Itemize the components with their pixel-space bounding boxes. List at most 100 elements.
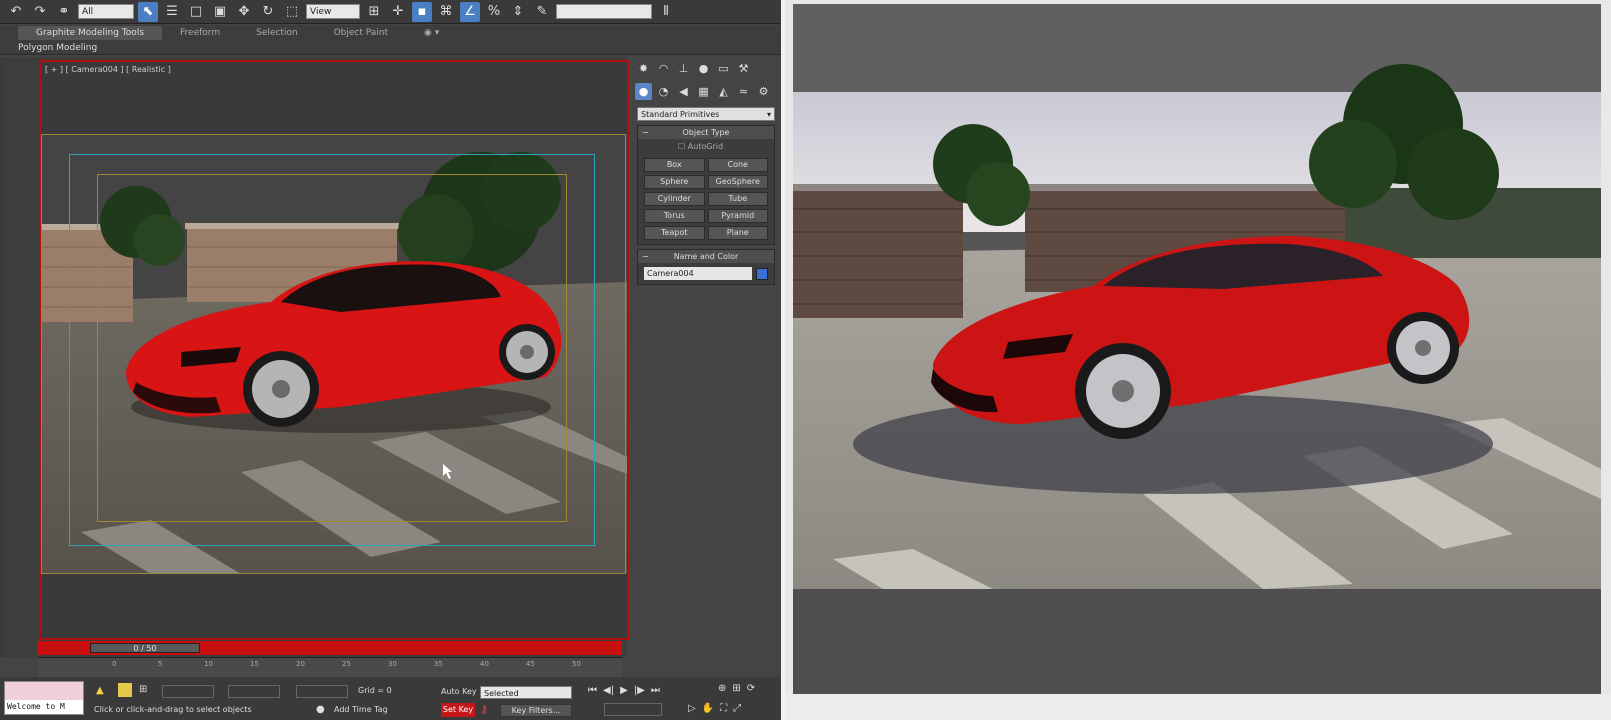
spinner-snap-icon[interactable]: ⇕ <box>508 2 528 22</box>
torus-button[interactable]: Torus <box>644 209 705 223</box>
tab-freeform[interactable]: Freeform <box>162 26 238 40</box>
previous-frame-icon[interactable]: ◀| <box>603 685 614 696</box>
absolute-mode-icon[interactable]: ⊞ <box>139 684 147 695</box>
mirror-icon[interactable]: ⫴ <box>656 2 676 22</box>
display-tab-icon[interactable]: ▭ <box>715 60 732 77</box>
selection-lock-icon[interactable] <box>118 683 132 697</box>
time-tag-icon[interactable]: ● <box>316 704 325 715</box>
polygon-modeling-label[interactable]: Polygon Modeling <box>18 43 97 53</box>
percent-snap-icon[interactable]: % <box>484 2 504 22</box>
timeline-tick: 45 <box>526 660 535 668</box>
pyramid-button[interactable]: Pyramid <box>707 209 768 223</box>
pivot-icon[interactable]: ⊞ <box>364 2 384 22</box>
object-color-swatch[interactable] <box>756 267 768 280</box>
command-panel: ✸ ◠ ⊥ ● ▭ ⚒ ● ◔ ◀ ▦ ◭ ≈ ⚙ Standard Primi… <box>631 57 781 657</box>
ribbon-options-icon[interactable]: ◉ ▾ <box>406 26 457 40</box>
orbit-icon[interactable]: ⟳ <box>747 683 755 694</box>
systems-icon[interactable]: ⚙ <box>755 83 772 100</box>
zoom-icon[interactable]: ⊕ <box>718 683 726 694</box>
angle-snap-icon[interactable]: ∠ <box>460 1 480 22</box>
select-by-name-icon[interactable]: ☰ <box>162 2 182 22</box>
named-selection-dropdown[interactable] <box>556 4 652 19</box>
next-frame-icon[interactable]: |▶ <box>634 685 645 696</box>
viewport-label[interactable]: [ + ] [ Camera004 ] [ Realistic ] <box>45 65 171 74</box>
time-slider-track[interactable]: 0 / 50 <box>38 641 622 655</box>
autogrid-checkbox[interactable]: ☐ AutoGrid <box>638 139 774 154</box>
scale-icon[interactable]: ⬚ <box>282 2 302 22</box>
tab-graphite-modeling[interactable]: Graphite Modeling Tools <box>18 26 163 40</box>
z-coord-field[interactable] <box>296 685 348 698</box>
camera-viewport[interactable]: [ + ] [ Camera004 ] [ Realistic ] <box>39 60 629 640</box>
add-time-tag[interactable]: Add Time Tag <box>334 705 388 714</box>
helpers-icon[interactable]: ◭ <box>715 83 732 100</box>
maxscript-listener[interactable]: Welcome to M <box>4 681 84 715</box>
teapot-button[interactable]: Teapot <box>644 226 705 240</box>
create-tab-icon[interactable]: ✸ <box>635 60 652 77</box>
modify-tab-icon[interactable]: ◠ <box>655 60 672 77</box>
move-icon[interactable]: ✥ <box>234 2 254 22</box>
spacewarps-icon[interactable]: ≈ <box>735 83 752 100</box>
play-button-icon[interactable]: ▶ <box>620 685 628 696</box>
selection-filter-dropdown[interactable]: All <box>78 4 134 19</box>
current-frame-field[interactable] <box>604 703 662 716</box>
object-type-rollout: − Object Type ☐ AutoGrid Box Cone Sphere … <box>637 125 775 245</box>
fov-icon[interactable]: ▷ <box>688 703 696 714</box>
maximize-icon[interactable]: ⤢ <box>733 703 741 714</box>
go-to-start-icon[interactable]: ⏮ <box>588 685 597 696</box>
lock-icon[interactable]: ▲ <box>96 685 104 696</box>
tab-selection[interactable]: Selection <box>238 26 315 40</box>
rotate-icon[interactable]: ↻ <box>258 2 278 22</box>
snap-icon[interactable]: ⌘ <box>436 2 456 22</box>
viewport-area: [ + ] [ Camera004 ] [ Realistic ] <box>5 57 629 657</box>
window-crossing-icon[interactable]: ▣ <box>210 2 230 22</box>
reference-coord-dropdown[interactable]: View <box>306 4 360 19</box>
primitive-buttons: Box Cone Sphere GeoSphere Cylinder Tube … <box>638 154 774 244</box>
walk-icon[interactable]: ⛶ <box>720 703 727 714</box>
time-slider[interactable]: 0 / 50 <box>90 643 200 653</box>
tube-button[interactable]: Tube <box>707 192 768 206</box>
shapes-icon[interactable]: ◔ <box>655 83 672 100</box>
motion-tab-icon[interactable]: ● <box>695 60 712 77</box>
hierarchy-tab-icon[interactable]: ⊥ <box>675 60 692 77</box>
category-dropdown[interactable]: Standard Primitives ▾ <box>637 107 775 121</box>
utilities-tab-icon[interactable]: ⚒ <box>735 60 752 77</box>
edit-named-sel-icon[interactable]: ✎ <box>532 2 552 22</box>
pan-icon[interactable]: ✋ <box>702 703 714 714</box>
cylinder-button[interactable]: Cylinder <box>644 192 705 206</box>
link-icon[interactable]: ⚭ <box>54 2 74 22</box>
key-icon[interactable]: ⚷ <box>480 703 488 716</box>
tab-object-paint[interactable]: Object Paint <box>316 26 406 40</box>
timeline-tick: 10 <box>204 660 213 668</box>
timeline[interactable]: 0 5 10 15 20 25 30 35 40 45 50 <box>38 657 622 677</box>
timeline-tick: 50 <box>572 660 581 668</box>
chevron-down-icon: ▾ <box>766 109 771 119</box>
redo-icon[interactable]: ↷ <box>30 2 50 22</box>
x-coord-field[interactable] <box>162 685 214 698</box>
auto-key-button[interactable]: Auto Key <box>441 687 477 696</box>
key-mode-dropdown[interactable]: Selected <box>480 686 572 699</box>
box-button[interactable]: Box <box>644 158 705 172</box>
viewport-nav-controls-2: ▷ ✋ ⛶ ⤢ <box>688 703 741 714</box>
y-coord-field[interactable] <box>228 685 280 698</box>
go-to-end-icon[interactable]: ⏭ <box>651 685 660 696</box>
rendered-frame-window <box>781 0 1611 720</box>
zoom-all-icon[interactable]: ⊞ <box>732 683 740 694</box>
sphere-button[interactable]: Sphere <box>644 175 705 189</box>
select-object-icon[interactable]: ⬉ <box>138 1 158 22</box>
name-color-header[interactable]: − Name and Color <box>638 250 774 263</box>
manipulate-icon[interactable]: ✛ <box>388 2 408 22</box>
plane-button[interactable]: Plane <box>707 226 768 240</box>
rect-selection-icon[interactable]: □ <box>186 2 206 22</box>
main-toolbar: ↶ ↷ ⚭ All ⬉ ☰ □ ▣ ✥ ↻ ⬚ View ⊞ ✛ ▪ ⌘ ∠ %… <box>0 0 781 24</box>
set-key-button[interactable]: Set Key <box>441 703 475 717</box>
undo-icon[interactable]: ↶ <box>6 2 26 22</box>
keyboard-shortcut-icon[interactable]: ▪ <box>412 1 432 22</box>
geometry-icon[interactable]: ● <box>635 83 652 100</box>
lights-icon[interactable]: ◀ <box>675 83 692 100</box>
object-name-field[interactable]: Camera004 <box>644 267 752 280</box>
geosphere-button[interactable]: GeoSphere <box>707 175 768 189</box>
key-filters-button[interactable]: Key Filters... <box>500 704 572 717</box>
cameras-icon[interactable]: ▦ <box>695 83 712 100</box>
object-type-header[interactable]: − Object Type <box>638 126 774 139</box>
cone-button[interactable]: Cone <box>707 158 768 172</box>
